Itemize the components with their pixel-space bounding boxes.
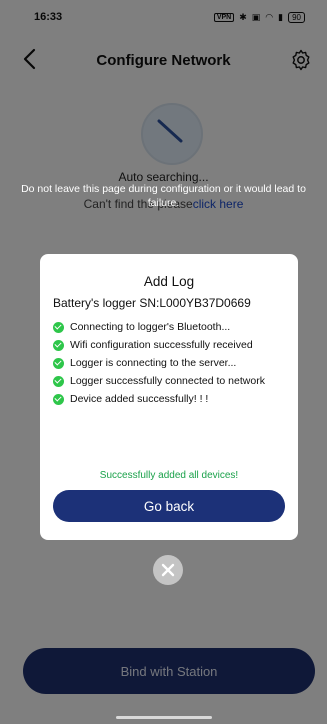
log-step-text: Wifi configuration successfully received bbox=[70, 339, 253, 351]
log-step: Device added successfully! ! ! bbox=[53, 390, 285, 408]
app-screen: 16:33 VPN ✱ ▣ ◠ ▮ 90 Configure Network A… bbox=[0, 0, 327, 724]
log-step: Logger is connecting to the server... bbox=[53, 354, 285, 372]
success-message: Successfully added all devices! bbox=[99, 470, 239, 481]
dialog-title: Add Log bbox=[143, 274, 195, 289]
device-serial-label: Battery's logger SN:L000YB37D0669 bbox=[53, 296, 251, 310]
check-circle-icon bbox=[53, 375, 64, 387]
log-step: Connecting to logger's Bluetooth... bbox=[53, 318, 285, 336]
check-circle-icon bbox=[53, 393, 64, 405]
log-step-text: Device added successfully! ! ! bbox=[70, 393, 209, 405]
close-dialog-button[interactable] bbox=[153, 555, 183, 585]
check-circle-icon bbox=[53, 321, 64, 333]
check-circle-icon bbox=[53, 339, 64, 351]
configuration-warning-toast: Do not leave this page during configurat… bbox=[21, 183, 306, 209]
log-step-text: Logger successfully connected to network bbox=[70, 375, 265, 387]
log-step-text: Logger is connecting to the server... bbox=[70, 357, 237, 369]
home-indicator[interactable] bbox=[116, 716, 212, 719]
check-circle-icon bbox=[53, 357, 64, 369]
go-back-button[interactable]: Go back bbox=[53, 490, 285, 522]
log-step-text: Connecting to logger's Bluetooth... bbox=[70, 321, 231, 333]
log-step: Wifi configuration successfully received bbox=[53, 336, 285, 354]
log-step: Logger successfully connected to network bbox=[53, 372, 285, 390]
close-icon bbox=[161, 563, 175, 577]
add-log-dialog: Add Log Battery's logger SN:L000YB37D066… bbox=[40, 254, 298, 540]
